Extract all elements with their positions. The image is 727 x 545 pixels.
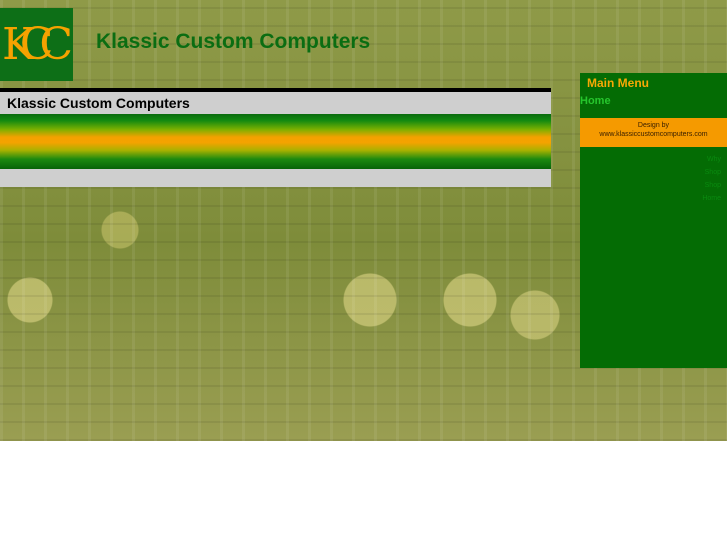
small-link[interactable]: Shop [702,166,721,179]
logo-lettering: KCC [2,19,73,70]
sidebar-menu: Main Menu Home Design by www.klassiccust… [580,73,727,368]
design-by-label: Design by [637,122,670,129]
content-panel: Klassic Custom Computers [0,88,551,187]
gradient-banner [0,114,551,169]
menu-item-home[interactable]: Home [580,95,727,107]
main-menu-title: Main Menu [587,76,649,90]
small-link[interactable]: Why [702,153,721,166]
small-link[interactable]: Home [702,192,721,205]
content-heading: Klassic Custom Computers [7,95,190,111]
kcc-logo[interactable]: KCC [0,8,73,81]
content-heading-bar: Klassic Custom Computers [0,92,551,114]
small-link[interactable]: Shop [702,179,721,192]
content-footer-bar [0,169,551,187]
designer-link[interactable]: www.klassiccustomcomputers.com [580,130,727,139]
design-credit: Design by www.klassiccustomcomputers.com [580,118,727,147]
sidebar-small-links: Why Shop Shop Home [702,153,721,205]
site-title: Klassic Custom Computers [96,30,371,53]
